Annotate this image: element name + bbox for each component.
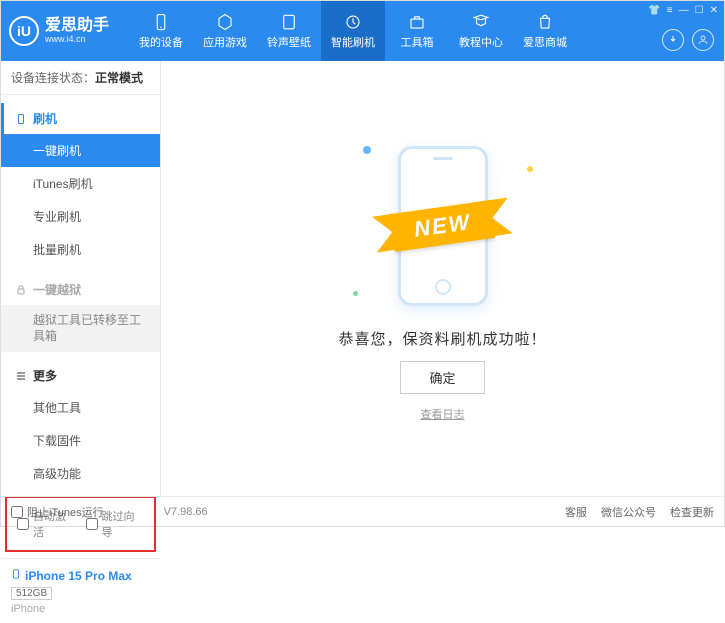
- sidebar-item-itunes-flash[interactable]: iTunes刷机: [1, 167, 160, 200]
- section-title: 刷机: [33, 110, 57, 127]
- more-icon: [15, 370, 27, 382]
- decor-dot: [353, 291, 358, 296]
- ringtone-icon: [279, 12, 299, 32]
- flash-icon: [343, 12, 363, 32]
- nav-store[interactable]: 爱思商城: [513, 1, 577, 61]
- toolbox-icon: [407, 12, 427, 32]
- nav-ringtone[interactable]: 铃声壁纸: [257, 1, 321, 61]
- footer-link-update[interactable]: 检查更新: [670, 504, 714, 520]
- logo[interactable]: iU 爱思助手 www.i4.cn: [9, 16, 109, 46]
- device-type: iPhone: [11, 603, 150, 615]
- skin-icon[interactable]: 👕: [648, 5, 660, 16]
- nav-label: 教程中心: [459, 34, 503, 50]
- sidebar: 设备连接状态：正常模式 刷机 一键刷机 iTunes刷机 专业刷机 批量刷机 一…: [1, 61, 161, 496]
- lock-icon: [15, 284, 27, 296]
- checkbox-label: 阻止iTunes运行: [27, 504, 104, 520]
- footer-link-support[interactable]: 客服: [565, 504, 587, 520]
- window-controls: 👕 ≡ — ☐ ✕: [648, 5, 718, 16]
- device-name[interactable]: iPhone 15 Pro Max: [11, 567, 150, 584]
- decor-dot: [363, 146, 371, 154]
- device-capacity: 512GB: [11, 587, 52, 600]
- nav-label: 我的设备: [139, 34, 183, 50]
- jailbreak-moved-note: 越狱工具已转移至工具箱: [1, 305, 160, 352]
- app-window: iU 爱思助手 www.i4.cn 我的设备 应用游戏 铃声壁纸 智能刷机: [0, 0, 725, 527]
- maximize-icon[interactable]: ☐: [695, 5, 704, 16]
- section-title: 一键越狱: [33, 281, 81, 298]
- section-jailbreak-header[interactable]: 一键越狱: [1, 274, 160, 305]
- phone-icon: [151, 12, 171, 32]
- footer-links: 客服 微信公众号 检查更新: [565, 504, 714, 520]
- sidebar-item-batch-flash[interactable]: 批量刷机: [1, 233, 160, 266]
- main-content: NEW 恭喜您，保资料刷机成功啦！ 确定 查看日志: [161, 61, 724, 496]
- flash-section-icon: [15, 113, 27, 125]
- menu-icon[interactable]: ≡: [667, 5, 673, 16]
- footer-link-wechat[interactable]: 微信公众号: [601, 504, 656, 520]
- section-more-header[interactable]: 更多: [1, 360, 160, 391]
- device-phone-icon: [11, 567, 21, 584]
- nav-label: 应用游戏: [203, 34, 247, 50]
- app-name: 爱思助手: [45, 18, 109, 34]
- store-icon: [535, 12, 555, 32]
- sidebar-item-oneclick-flash[interactable]: 一键刷机: [1, 134, 160, 167]
- device-name-text: iPhone 15 Pro Max: [25, 569, 132, 583]
- nav-flash[interactable]: 智能刷机: [321, 1, 385, 61]
- nav-toolbox[interactable]: 工具箱: [385, 1, 449, 61]
- ok-button[interactable]: 确定: [400, 361, 484, 394]
- download-icon[interactable]: [662, 29, 684, 51]
- nav-apps[interactable]: 应用游戏: [193, 1, 257, 61]
- success-illustration: NEW: [343, 136, 543, 316]
- apps-icon: [215, 12, 235, 32]
- sidebar-item-other-tools[interactable]: 其他工具: [1, 391, 160, 424]
- minimize-icon[interactable]: —: [679, 5, 689, 16]
- checkbox-input[interactable]: [11, 506, 23, 518]
- section-title: 更多: [33, 367, 57, 384]
- tutorial-icon: [471, 12, 491, 32]
- device-status: 设备连接状态：正常模式: [1, 61, 160, 95]
- main-nav: 我的设备 应用游戏 铃声壁纸 智能刷机 工具箱 教程中心: [129, 1, 577, 61]
- nav-label: 铃声壁纸: [267, 34, 311, 50]
- status-value: 正常模式: [95, 71, 143, 85]
- version-text: V7.98.66: [164, 506, 208, 518]
- sidebar-item-pro-flash[interactable]: 专业刷机: [1, 200, 160, 233]
- section-jailbreak: 一键越狱 越狱工具已转移至工具箱: [1, 266, 160, 352]
- app-url: www.i4.cn: [45, 34, 109, 44]
- body: 设备连接状态：正常模式 刷机 一键刷机 iTunes刷机 专业刷机 批量刷机 一…: [1, 61, 724, 496]
- sidebar-item-download-firmware[interactable]: 下载固件: [1, 424, 160, 457]
- decor-dot: [527, 166, 533, 172]
- sidebar-item-advanced[interactable]: 高级功能: [1, 457, 160, 490]
- checkbox-block-itunes[interactable]: 阻止iTunes运行: [11, 504, 104, 520]
- section-more: 更多 其他工具 下载固件 高级功能: [1, 352, 160, 490]
- nav-label: 工具箱: [401, 34, 434, 50]
- close-icon[interactable]: ✕: [710, 5, 718, 16]
- nav-label: 智能刷机: [331, 34, 375, 50]
- header: iU 爱思助手 www.i4.cn 我的设备 应用游戏 铃声壁纸 智能刷机: [1, 1, 724, 61]
- section-flash-header[interactable]: 刷机: [1, 103, 160, 134]
- success-message: 恭喜您，保资料刷机成功啦！: [338, 328, 546, 349]
- device-info: iPhone 15 Pro Max 512GB iPhone: [1, 558, 160, 623]
- nav-label: 爱思商城: [523, 34, 567, 50]
- footer: 阻止iTunes运行 V7.98.66 客服 微信公众号 检查更新: [1, 496, 724, 526]
- nav-my-device[interactable]: 我的设备: [129, 1, 193, 61]
- logo-badge: iU: [9, 16, 39, 46]
- status-label: 设备连接状态：: [11, 71, 95, 85]
- view-log-link[interactable]: 查看日志: [421, 406, 465, 422]
- nav-tutorial[interactable]: 教程中心: [449, 1, 513, 61]
- section-flash: 刷机 一键刷机 iTunes刷机 专业刷机 批量刷机: [1, 95, 160, 266]
- user-icon[interactable]: [692, 29, 714, 51]
- header-actions: [662, 29, 714, 51]
- logo-text-wrap: 爱思助手 www.i4.cn: [45, 18, 109, 44]
